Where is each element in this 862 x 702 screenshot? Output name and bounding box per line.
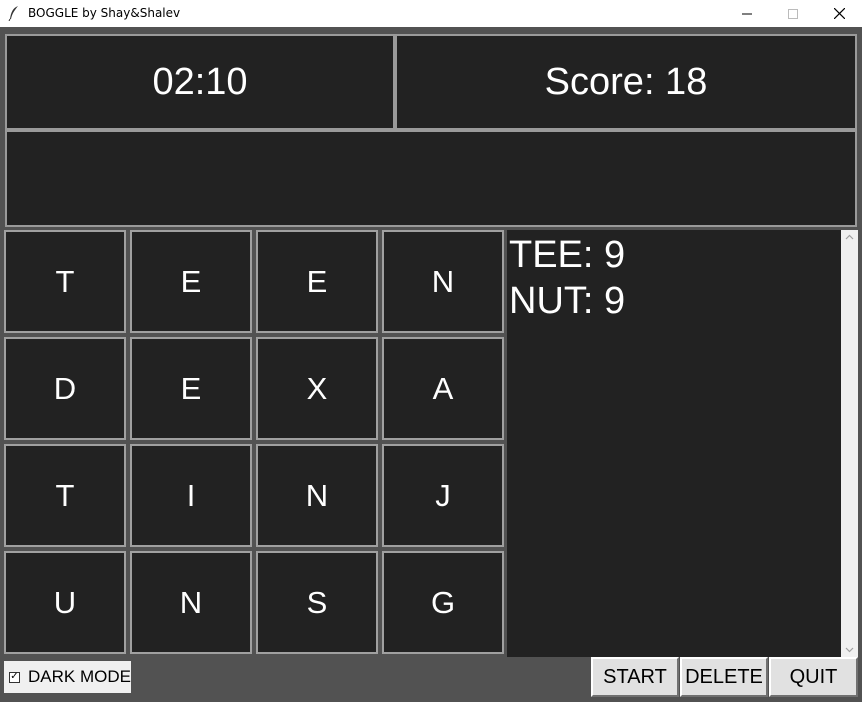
letter-cell[interactable]: A (382, 337, 504, 440)
window-title: BOGGLE by Shay&Shalev (28, 6, 181, 20)
maximize-icon (788, 8, 798, 19)
minimize-icon (742, 13, 752, 14)
game-area: 02:10 Score: 18 T E E N D E X A T I N J … (0, 27, 862, 702)
letter-cell[interactable]: I (130, 444, 252, 547)
chevron-down-icon (845, 647, 854, 653)
timer-display: 02:10 (5, 34, 395, 130)
scroll-up-button[interactable] (841, 230, 858, 244)
found-words-list[interactable]: TEE: 9 NUT: 9 (507, 230, 841, 657)
current-word-display (5, 130, 857, 227)
start-button[interactable]: START (591, 657, 679, 697)
maximize-button[interactable] (770, 0, 816, 27)
quit-button[interactable]: QUIT (769, 657, 858, 697)
dark-mode-label: DARK MODE (28, 667, 131, 686)
letter-cell[interactable]: D (4, 337, 126, 440)
close-icon (833, 8, 845, 19)
letter-cell[interactable]: T (4, 230, 126, 333)
dark-mode-toggle[interactable]: ✓ DARK MODE (4, 661, 131, 693)
letter-cell[interactable]: E (130, 230, 252, 333)
letter-cell[interactable]: N (256, 444, 378, 547)
letter-cell[interactable]: N (382, 230, 504, 333)
letter-cell[interactable]: X (256, 337, 378, 440)
title-bar[interactable]: BOGGLE by Shay&Shalev (0, 0, 862, 27)
score-display: Score: 18 (395, 34, 857, 130)
chevron-up-icon (845, 234, 854, 240)
letter-cell[interactable]: S (256, 551, 378, 654)
letter-cell[interactable]: N (130, 551, 252, 654)
boggle-window: BOGGLE by Shay&Shalev 02:10 Score: 18 T … (0, 0, 862, 702)
words-scrollbar[interactable] (841, 230, 858, 657)
letter-cell[interactable]: U (4, 551, 126, 654)
letter-cell[interactable]: T (4, 444, 126, 547)
feather-icon (8, 6, 18, 21)
letter-cell[interactable]: E (130, 337, 252, 440)
letter-cell[interactable]: J (382, 444, 504, 547)
close-button[interactable] (816, 0, 862, 27)
dark-mode-checkbox[interactable]: ✓ (9, 671, 20, 683)
minimize-button[interactable] (724, 0, 770, 27)
letter-grid: T E E N D E X A T I N J U N S G (4, 230, 506, 656)
found-word-item: TEE: 9 (509, 234, 626, 276)
scroll-down-button[interactable] (841, 643, 858, 657)
delete-button[interactable]: DELETE (680, 657, 768, 697)
letter-cell[interactable]: E (256, 230, 378, 333)
letter-cell[interactable]: G (382, 551, 504, 654)
found-word-item: NUT: 9 (509, 280, 626, 322)
